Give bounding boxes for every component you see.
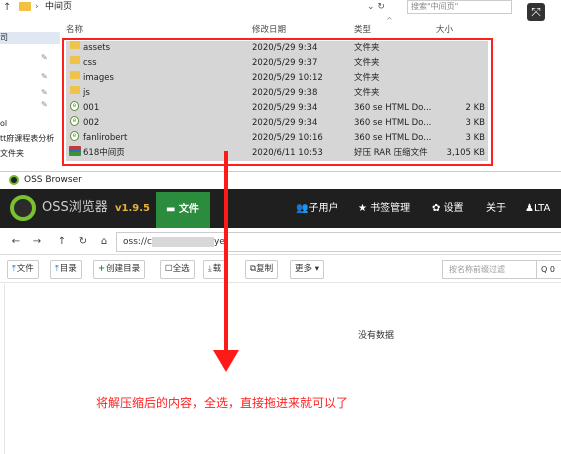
- download-button[interactable]: ⤓载: [203, 260, 227, 279]
- upload-file-label: 文件: [16, 264, 34, 274]
- menu-account-label: LTA: [533, 203, 551, 214]
- version-label: v1.9.5: [115, 203, 150, 214]
- users-icon: 👥: [296, 203, 309, 214]
- more-label: 更多: [295, 264, 313, 274]
- path-prefix: oss://c: [123, 237, 152, 247]
- column-header-size[interactable]: 大小: [436, 24, 453, 36]
- up-arrow-icon[interactable]: ↑: [55, 235, 69, 249]
- column-header-name[interactable]: 名称: [66, 24, 83, 36]
- pin-icon[interactable]: ✎: [41, 89, 49, 97]
- breadcrumb[interactable]: 中间页: [45, 1, 72, 14]
- selection-highlight-box: [62, 38, 493, 166]
- menu-settings-label: 设置: [443, 203, 464, 214]
- checkbox-icon: ☐: [165, 264, 173, 274]
- tab-files[interactable]: ▬ 文件: [156, 192, 210, 228]
- divider: [4, 284, 5, 454]
- annotation-text: 将解压缩后的内容，全选，直接拖进来就可以了: [96, 396, 349, 410]
- back-arrow-icon[interactable]: ←: [9, 235, 23, 249]
- column-header-type[interactable]: 类型: [354, 24, 371, 36]
- file-explorer-window: ↑ › 中间页 ⌄ ↻ 搜索"中间页" ⤧ 司 ✎ ✎ ✎ ✎ ol tt府课程…: [0, 0, 561, 170]
- upload-file-button[interactable]: ⤒文件: [7, 260, 39, 279]
- column-header-date[interactable]: 修改日期: [252, 24, 286, 36]
- upload-icon: ⤒: [12, 264, 16, 274]
- empty-state-text: 没有数据: [358, 331, 395, 341]
- file-icon: ▬: [166, 204, 179, 215]
- menu-sub-users-label: 子用户: [308, 203, 339, 214]
- menu-about[interactable]: 关于: [486, 202, 506, 215]
- select-all-button[interactable]: ☐全选: [160, 260, 195, 279]
- menu-about-label: 关于: [486, 203, 506, 214]
- redacted-bucket-mask: [151, 236, 214, 247]
- brand-name: OSS浏览器: [42, 200, 108, 215]
- menu-bookmarks[interactable]: ★ 书签管理: [358, 202, 410, 215]
- path-input[interactable]: oss://c ye/: [116, 232, 561, 252]
- sort-indicator-icon: ^: [386, 16, 393, 25]
- tab-files-label: 文件: [178, 204, 199, 215]
- user-icon: ♟: [525, 203, 534, 214]
- logo-icon: [10, 195, 36, 221]
- more-dropdown-button[interactable]: 更多 ▾: [290, 260, 324, 279]
- app-icon: [9, 175, 19, 185]
- annotation-arrow-shaft: [224, 151, 228, 351]
- filter-input[interactable]: 按名称前缀过滤: [442, 260, 537, 279]
- folder-icon: [19, 2, 31, 11]
- search-input[interactable]: 搜索"中间页": [407, 0, 512, 14]
- chevron-right-icon: ›: [35, 2, 39, 12]
- nav-item[interactable]: 文件夹: [0, 148, 60, 160]
- fullscreen-icon[interactable]: ⤧: [527, 3, 545, 21]
- refresh-icon[interactable]: ↻: [76, 235, 90, 249]
- nav-item[interactable]: tt府课程表分析: [0, 133, 60, 145]
- upload-directory-label: 目录: [59, 264, 77, 274]
- up-arrow-icon[interactable]: ↑: [3, 1, 13, 14]
- copy-button[interactable]: ⧉复制: [245, 260, 279, 279]
- star-icon: ★: [358, 203, 371, 214]
- download-icon: ⤓: [208, 264, 212, 274]
- menu-sub-users[interactable]: 👥子用户: [296, 202, 338, 215]
- menu-bookmarks-label: 书签管理: [370, 203, 411, 214]
- create-directory-button[interactable]: +创建目录: [93, 260, 146, 279]
- upload-icon: ⤒: [55, 264, 59, 274]
- copy-label: 复制: [256, 264, 274, 274]
- upload-directory-button[interactable]: ⤒目录: [50, 260, 82, 279]
- menu-account[interactable]: ♟LTA: [525, 202, 550, 215]
- caret-down-icon: ▾: [312, 264, 319, 274]
- navigation-pane: 司 ✎ ✎ ✎ ✎ ol tt府课程表分析 文件夹: [0, 16, 60, 170]
- file-toolbar: ⤒文件 ⤒目录 +创建目录 ☐全选 ⤓载 ⧉复制 更多 ▾ 按名称前缀过滤 Q …: [0, 257, 561, 283]
- select-all-label: 全选: [172, 264, 190, 274]
- annotation-arrow-head: [213, 350, 239, 372]
- window-titlebar: OSS Browser: [0, 172, 561, 188]
- path-bar: ← → ↑ ↻ ⌂ oss://c ye/: [0, 229, 561, 255]
- forward-arrow-icon[interactable]: →: [30, 235, 44, 249]
- top-navbar: OSS浏览器 v1.9.5 ▬ 文件 👥子用户 ★ 书签管理 ✿ 设置 关于 ♟…: [0, 189, 561, 228]
- create-directory-label: 创建目录: [106, 264, 141, 274]
- pin-icon[interactable]: ✎: [41, 73, 49, 81]
- window-title: OSS Browser: [24, 175, 82, 185]
- pin-icon[interactable]: ✎: [41, 54, 49, 62]
- nav-item[interactable]: 司: [0, 32, 60, 44]
- gear-icon: ✿: [432, 203, 444, 214]
- home-icon[interactable]: ⌂: [97, 235, 111, 249]
- refresh-button[interactable]: ⌄ ↻: [367, 0, 397, 15]
- nav-item[interactable]: ol: [0, 118, 60, 130]
- download-label: 载: [212, 264, 222, 274]
- explorer-address-bar: ↑ › 中间页 ⌄ ↻ 搜索"中间页": [0, 0, 561, 16]
- menu-settings[interactable]: ✿ 设置: [432, 202, 464, 215]
- search-button[interactable]: Q 0: [536, 260, 561, 279]
- pin-icon[interactable]: ✎: [41, 101, 49, 109]
- plus-icon: +: [98, 264, 106, 274]
